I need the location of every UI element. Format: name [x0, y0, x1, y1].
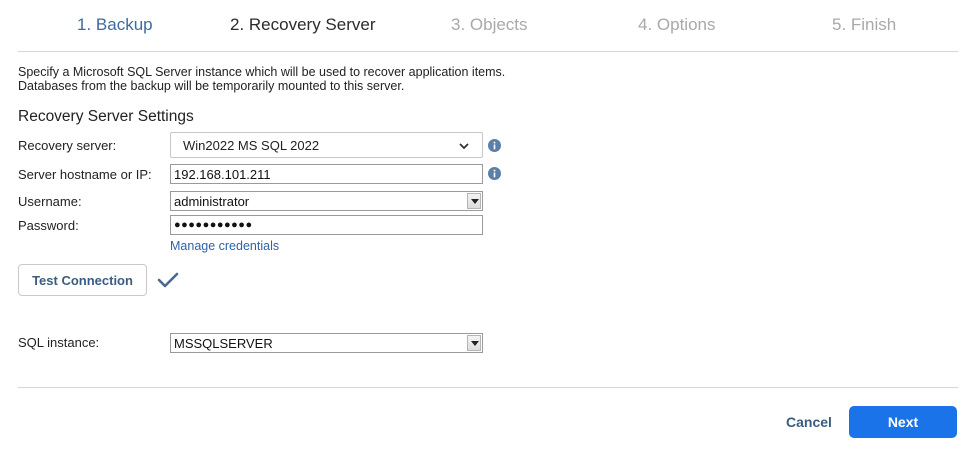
password-label: Password:: [18, 218, 79, 233]
username-combo[interactable]: administrator: [170, 191, 483, 211]
step-objects: 3. Objects: [451, 15, 528, 34]
sql-instance-label: SQL instance:: [18, 335, 100, 350]
test-connection-button[interactable]: Test Connection: [18, 264, 147, 296]
footer-divider: [18, 387, 958, 388]
info-icon[interactable]: [488, 139, 501, 152]
username-label: Username:: [18, 194, 82, 209]
cancel-button[interactable]: Cancel: [776, 406, 842, 438]
username-value: administrator: [174, 194, 250, 209]
hostname-input[interactable]: [170, 164, 483, 184]
section-title: Recovery Server Settings: [18, 108, 194, 125]
next-button[interactable]: Next: [849, 406, 957, 438]
steps-divider: [18, 51, 958, 52]
recovery-server-select[interactable]: Win2022 MS SQL 2022: [170, 132, 483, 158]
checkmark-icon: [157, 272, 179, 288]
step-options: 4. Options: [638, 15, 716, 34]
dropdown-button[interactable]: [467, 193, 481, 209]
recovery-server-value: Win2022 MS SQL 2022: [183, 138, 320, 153]
step-finish: 5. Finish: [832, 15, 897, 34]
manage-credentials-link[interactable]: Manage credentials: [170, 239, 279, 253]
sql-instance-value: MSSQLSERVER: [174, 336, 273, 351]
description-line-1: Specify a Microsoft SQL Server instance …: [18, 65, 506, 79]
recovery-server-label: Recovery server:: [18, 138, 117, 153]
sql-instance-combo[interactable]: MSSQLSERVER: [170, 333, 483, 353]
description-line-2: Databases from the backup will be tempor…: [18, 79, 405, 93]
dropdown-button[interactable]: [467, 335, 481, 351]
wizard-steps: 1. Backup 2. Recovery Server 3. Objects …: [0, 0, 975, 50]
hostname-label: Server hostname or IP:: [18, 167, 152, 182]
dropdown-arrow-icon: [471, 341, 479, 346]
dropdown-arrow-icon: [471, 199, 479, 204]
chevron-down-icon: [459, 143, 469, 150]
info-icon[interactable]: [488, 167, 501, 180]
step-recovery-server[interactable]: 2. Recovery Server: [230, 15, 376, 35]
description: Specify a Microsoft SQL Server instance …: [18, 65, 505, 93]
password-input[interactable]: [170, 215, 483, 235]
step-backup[interactable]: 1. Backup: [77, 15, 153, 35]
